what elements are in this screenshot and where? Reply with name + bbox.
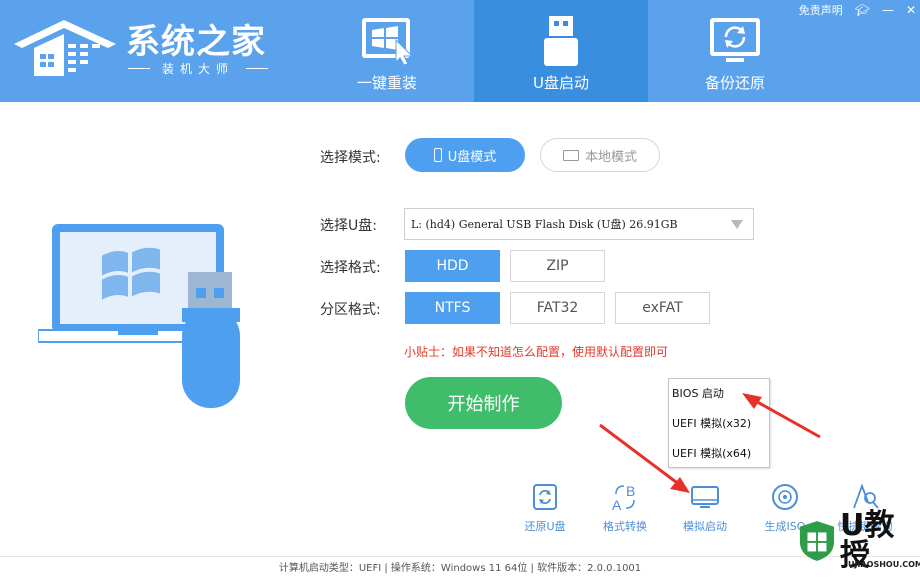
- format-option-zip[interactable]: ZIP: [510, 250, 605, 282]
- restore-usb-icon: [533, 484, 557, 510]
- partition-option-exfat[interactable]: exFAT: [615, 292, 710, 324]
- close-icon[interactable]: ✕: [906, 3, 916, 17]
- red-arrow-annotations: [599, 393, 821, 493]
- shield-logo-icon: [799, 521, 835, 561]
- windows-install-icon: [358, 16, 416, 66]
- tool-label: 还原U盘: [524, 520, 566, 533]
- tool-simulate-boot[interactable]: 模拟启动: [670, 482, 740, 534]
- tab-label: U盘启动: [533, 74, 589, 92]
- start-button[interactable]: 开始制作: [405, 377, 562, 429]
- status-bar: 计算机启动类型：UEFI | 操作系统：Windows 11 64位 | 软件版…: [0, 556, 920, 581]
- monitor-icon: [562, 149, 579, 161]
- format-label: 选择格式:: [320, 260, 381, 276]
- local-mode-button[interactable]: 本地模式: [540, 138, 660, 172]
- tool-label: 格式转换: [603, 520, 647, 533]
- tip-text: 小贴士：如果不知道怎么配置，使用默认配置即可: [404, 345, 669, 359]
- usb-mode-label: U盘模式: [447, 149, 497, 165]
- app-subtitle: 装机大师: [128, 60, 268, 77]
- laptop-usb-illustration: [37, 222, 248, 416]
- app-title: 系统之家: [126, 22, 266, 62]
- graduation-cap-icon[interactable]: 🎓︎: [855, 3, 870, 17]
- watermark-url: UJIAOSHOU.COM: [848, 560, 920, 569]
- ujiaoshou-watermark: U教授 UJIAOSHOU.COM: [798, 502, 920, 580]
- disk-label: 选择U盘:: [320, 218, 377, 234]
- disk-select[interactable]: L: (hd4) General USB Flash Disk (U盘) 26.…: [404, 208, 754, 240]
- tool-format-convert[interactable]: A B 格式转换: [590, 482, 660, 534]
- disk-select-value: L: (hd4) General USB Flash Disk (U盘) 26.…: [411, 218, 678, 231]
- tool-label: 模拟启动: [683, 520, 727, 533]
- simulate-boot-icon: [691, 486, 719, 508]
- chevron-down-icon: [731, 220, 743, 229]
- partition-option-fat32[interactable]: FAT32: [510, 292, 605, 324]
- mode-label: 选择模式:: [320, 150, 381, 166]
- partition-label: 分区格式:: [320, 302, 381, 318]
- minimize-icon[interactable]: —: [882, 3, 894, 17]
- generate-iso-icon: [772, 484, 798, 510]
- tab-backup-restore[interactable]: 备份还原: [648, 0, 822, 102]
- usb-drive-icon: [532, 16, 590, 66]
- partition-option-ntfs[interactable]: NTFS: [405, 292, 500, 324]
- format-option-hdd[interactable]: HDD: [405, 250, 500, 282]
- tab-label: 备份还原: [704, 74, 765, 92]
- disclaimer-link[interactable]: 免责声明: [799, 2, 843, 18]
- tab-label: 一键重装: [356, 74, 417, 92]
- header-bar: 系统之家 装机大师 一键重装 U盘启动 备份还原 免责声明 🎓︎ — ✕: [0, 0, 920, 102]
- svg-text:B: B: [626, 483, 635, 499]
- tab-one-click-reinstall[interactable]: 一键重装: [300, 0, 474, 102]
- tool-restore-usb[interactable]: 还原U盘: [510, 482, 580, 534]
- backup-restore-icon: [706, 16, 764, 66]
- house-logo-icon: [12, 14, 120, 84]
- svg-text:A: A: [612, 497, 622, 512]
- usb-icon: [433, 148, 442, 162]
- format-convert-icon: A B: [612, 483, 635, 512]
- usb-mode-button[interactable]: U盘模式: [405, 138, 525, 172]
- window-controls: 免责声明 🎓︎ — ✕: [799, 2, 916, 18]
- local-mode-label: 本地模式: [584, 149, 637, 165]
- tab-usb-boot[interactable]: U盘启动: [474, 0, 648, 102]
